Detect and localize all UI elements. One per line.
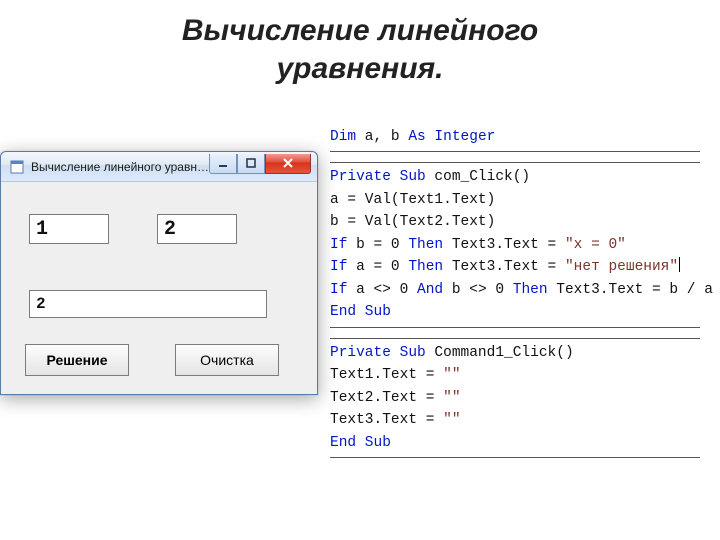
code-sub-command1-click: Private Sub Command1_Click() Text1.Text … [330, 338, 700, 458]
code-sub-com-click: Private Sub com_Click() a = Val(Text1.Te… [330, 162, 700, 327]
app-window: Вычисление линейного уравнения. Ре [0, 151, 318, 395]
window-title: Вычисление линейного уравнения. [31, 160, 209, 174]
slide-title: Вычисление линейного уравнения. [0, 0, 720, 95]
slide-title-line1: Вычисление линейного [182, 14, 538, 47]
code-declaration: Dim a, b As Integer [330, 123, 700, 152]
input-b[interactable] [157, 214, 237, 244]
close-button[interactable] [265, 154, 311, 174]
clear-button[interactable]: Очистка [175, 344, 279, 376]
input-a[interactable] [29, 214, 109, 244]
window-controls [209, 154, 311, 174]
solve-button[interactable]: Решение [25, 344, 129, 376]
code-panel: Dim a, b As Integer Private Sub com_Clic… [330, 123, 700, 468]
slide-title-line2: уравнения. [276, 52, 443, 85]
titlebar[interactable]: Вычисление линейного уравнения. [1, 152, 317, 182]
text-caret [679, 257, 680, 272]
maximize-button[interactable] [237, 154, 265, 174]
minimize-button[interactable] [209, 154, 237, 174]
result-output[interactable] [29, 290, 267, 318]
client-area: Решение Очистка [1, 182, 317, 394]
form-icon [9, 159, 25, 175]
